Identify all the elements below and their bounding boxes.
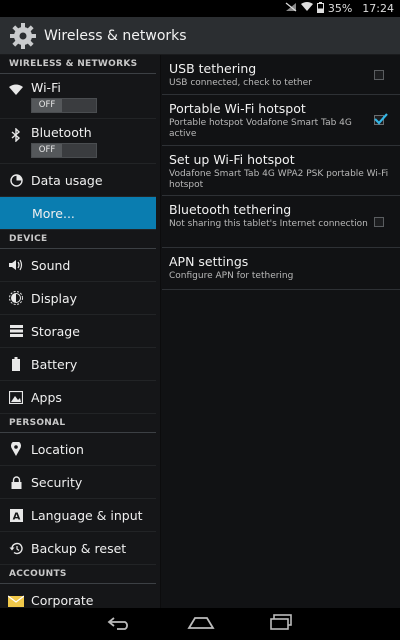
- speaker-icon: [8, 257, 24, 273]
- sidebar-item-display[interactable]: Display: [0, 282, 156, 315]
- brightness-icon: [8, 290, 24, 306]
- sidebar-item-backup[interactable]: Backup & reset: [0, 532, 156, 565]
- signal-disabled-icon: [285, 2, 297, 15]
- setting-usb-tethering[interactable]: USB tethering USB connected, check to te…: [162, 55, 400, 95]
- section-header-device: DEVICE: [0, 230, 156, 249]
- checkmark-icon: [374, 113, 388, 125]
- bluetooth-toggle[interactable]: OFF: [31, 143, 97, 158]
- sidebar-item-language[interactable]: A Language & input: [0, 499, 156, 532]
- bluetooth-tethering-checkbox[interactable]: [374, 217, 384, 227]
- sidebar-item-label: Data usage: [31, 172, 103, 188]
- setting-setup-hotspot[interactable]: Set up Wi-Fi hotspot Vodafone Smart Tab …: [162, 146, 400, 196]
- wifi-toggle[interactable]: OFF: [31, 98, 97, 113]
- navigation-bar: [0, 608, 400, 640]
- sidebar-item-battery[interactable]: Battery: [0, 348, 156, 381]
- section-header-personal: PERSONAL: [0, 414, 156, 433]
- setting-title: Bluetooth tethering: [169, 202, 292, 217]
- sidebar-item-label: Language & input: [31, 507, 143, 523]
- corporate-mail-icon: [8, 592, 24, 608]
- wifi-toggle-state: OFF: [32, 99, 62, 112]
- sidebar-item-storage[interactable]: Storage: [0, 315, 156, 348]
- sidebar-item-label: Corporate: [31, 592, 94, 608]
- status-bar: 35% 17:24: [0, 0, 400, 17]
- sidebar-item-apps[interactable]: Apps: [0, 381, 156, 414]
- setting-title: Set up Wi-Fi hotspot: [169, 152, 295, 167]
- section-header-wireless: WIRELESS & NETWORKS: [0, 55, 156, 74]
- settings-sidebar: WIRELESS & NETWORKS Wi-Fi OFF Bluetooth …: [0, 55, 161, 608]
- usb-tethering-checkbox[interactable]: [374, 70, 384, 80]
- status-time: 17:24: [362, 2, 394, 15]
- svg-text:A: A: [12, 511, 20, 522]
- sidebar-item-security[interactable]: Security: [0, 466, 156, 499]
- sidebar-item-wifi[interactable]: Wi-Fi OFF: [0, 74, 156, 119]
- setting-title: APN settings: [169, 254, 249, 269]
- setting-bluetooth-tethering[interactable]: Bluetooth tethering Not sharing this tab…: [162, 196, 400, 248]
- sidebar-item-label: Backup & reset: [31, 540, 127, 556]
- setting-apn-settings[interactable]: APN settings Configure APN for tethering: [162, 248, 400, 290]
- setting-title: USB tethering: [169, 61, 257, 76]
- sidebar-item-sound[interactable]: Sound: [0, 249, 156, 282]
- sidebar-item-bluetooth[interactable]: Bluetooth OFF: [0, 119, 156, 164]
- sidebar-item-more[interactable]: More...: [0, 197, 156, 230]
- data-usage-icon: [8, 172, 24, 188]
- section-header-accounts: ACCOUNTS: [0, 565, 156, 584]
- wifi-status-icon: [300, 2, 313, 15]
- apps-image-icon: [8, 389, 24, 405]
- lock-icon: [8, 474, 24, 490]
- battery-icon: [316, 1, 324, 16]
- setting-title: Portable Wi-Fi hotspot: [169, 101, 306, 116]
- setting-summary: Vodafone Smart Tab 4G WPA2 PSK portable …: [169, 169, 389, 190]
- portable-hotspot-checkbox[interactable]: [374, 113, 388, 125]
- storage-icon: [8, 323, 24, 339]
- location-pin-icon: [8, 441, 24, 457]
- sidebar-item-label: More...: [32, 205, 75, 221]
- battery-settings-icon: [8, 356, 24, 372]
- sidebar-item-label: Display: [31, 290, 78, 306]
- home-button-icon[interactable]: [187, 615, 215, 634]
- sidebar-item-label: Sound: [31, 257, 71, 273]
- sidebar-item-label: Wi-Fi: [31, 80, 61, 95]
- battery-percent: 35%: [327, 2, 353, 15]
- sidebar-item-label: Location: [31, 441, 84, 457]
- setting-summary: Portable hotspot Vodafone Smart Tab 4G a…: [169, 118, 352, 139]
- sidebar-item-label: Security: [31, 474, 83, 490]
- recent-apps-button-icon[interactable]: [269, 614, 293, 634]
- settings-gear-icon[interactable]: [6, 19, 40, 53]
- sidebar-item-data-usage[interactable]: Data usage: [0, 164, 156, 197]
- bluetooth-toggle-state: OFF: [32, 144, 62, 157]
- action-bar: Wireless & networks: [0, 17, 400, 55]
- sidebar-item-label: Apps: [31, 389, 62, 405]
- page-title: Wireless & networks: [44, 27, 187, 44]
- sidebar-item-label: Storage: [31, 323, 80, 339]
- setting-summary: Not sharing this tablet's Internet conne…: [169, 219, 368, 229]
- wifi-icon: [8, 82, 24, 98]
- backup-restore-icon: [8, 540, 24, 556]
- setting-summary: USB connected, check to tether: [169, 78, 312, 88]
- sidebar-item-location[interactable]: Location: [0, 433, 156, 466]
- sidebar-item-corporate[interactable]: Corporate: [0, 584, 156, 608]
- sidebar-item-label: Battery: [31, 356, 78, 372]
- settings-content: USB tethering USB connected, check to te…: [162, 55, 400, 608]
- setting-summary: Configure APN for tethering: [169, 271, 294, 281]
- language-keyboard-icon: A: [8, 507, 24, 523]
- setting-portable-hotspot[interactable]: Portable Wi-Fi hotspot Portable hotspot …: [162, 95, 400, 146]
- sidebar-item-label: Bluetooth: [31, 125, 92, 140]
- back-button-icon[interactable]: [107, 615, 133, 634]
- bluetooth-icon: [8, 127, 24, 143]
